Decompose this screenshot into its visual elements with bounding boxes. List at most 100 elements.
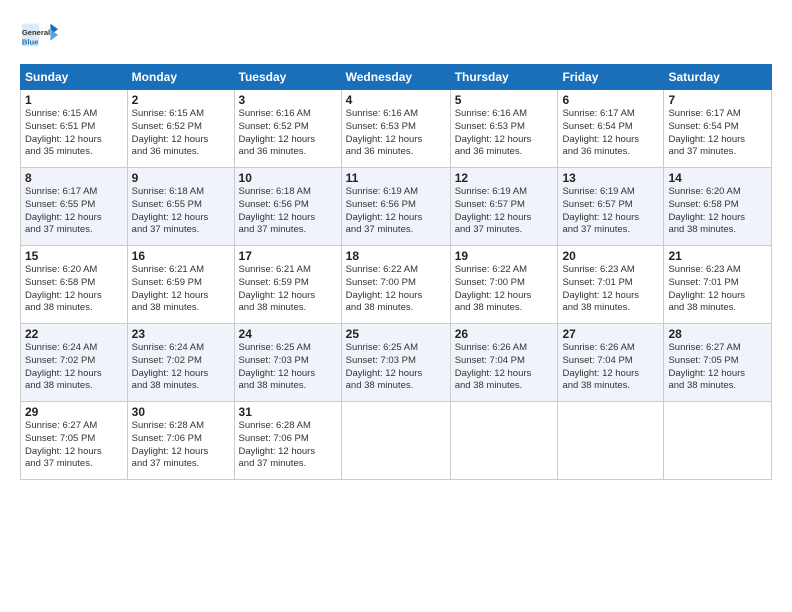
empty-cell [664, 402, 772, 480]
calendar-table: SundayMondayTuesdayWednesdayThursdayFrid… [20, 64, 772, 480]
weekday-header-sunday: Sunday [21, 65, 128, 90]
day-cell-18: 18Sunrise: 6:22 AM Sunset: 7:00 PM Dayli… [341, 246, 450, 324]
day-number: 18 [346, 249, 446, 263]
day-info: Sunrise: 6:27 AM Sunset: 7:05 PM Dayligh… [668, 342, 767, 393]
day-cell-10: 10Sunrise: 6:18 AM Sunset: 6:56 PM Dayli… [234, 168, 341, 246]
day-number: 31 [239, 405, 337, 419]
day-cell-7: 7Sunrise: 6:17 AM Sunset: 6:54 PM Daylig… [664, 90, 772, 168]
day-info: Sunrise: 6:15 AM Sunset: 6:51 PM Dayligh… [25, 108, 123, 159]
week-row-5: 29Sunrise: 6:27 AM Sunset: 7:05 PM Dayli… [21, 402, 772, 480]
day-info: Sunrise: 6:16 AM Sunset: 6:53 PM Dayligh… [346, 108, 446, 159]
day-cell-6: 6Sunrise: 6:17 AM Sunset: 6:54 PM Daylig… [558, 90, 664, 168]
day-cell-8: 8Sunrise: 6:17 AM Sunset: 6:55 PM Daylig… [21, 168, 128, 246]
day-info: Sunrise: 6:22 AM Sunset: 7:00 PM Dayligh… [455, 264, 554, 315]
day-info: Sunrise: 6:23 AM Sunset: 7:01 PM Dayligh… [562, 264, 659, 315]
day-number: 29 [25, 405, 123, 419]
day-number: 20 [562, 249, 659, 263]
day-number: 26 [455, 327, 554, 341]
day-cell-20: 20Sunrise: 6:23 AM Sunset: 7:01 PM Dayli… [558, 246, 664, 324]
day-number: 21 [668, 249, 767, 263]
day-cell-9: 9Sunrise: 6:18 AM Sunset: 6:55 PM Daylig… [127, 168, 234, 246]
day-cell-22: 22Sunrise: 6:24 AM Sunset: 7:02 PM Dayli… [21, 324, 128, 402]
day-cell-29: 29Sunrise: 6:27 AM Sunset: 7:05 PM Dayli… [21, 402, 128, 480]
empty-cell [558, 402, 664, 480]
day-number: 4 [346, 93, 446, 107]
day-cell-25: 25Sunrise: 6:25 AM Sunset: 7:03 PM Dayli… [341, 324, 450, 402]
day-number: 3 [239, 93, 337, 107]
day-number: 16 [132, 249, 230, 263]
day-info: Sunrise: 6:27 AM Sunset: 7:05 PM Dayligh… [25, 420, 123, 471]
day-number: 7 [668, 93, 767, 107]
day-cell-5: 5Sunrise: 6:16 AM Sunset: 6:53 PM Daylig… [450, 90, 558, 168]
empty-cell [341, 402, 450, 480]
day-info: Sunrise: 6:24 AM Sunset: 7:02 PM Dayligh… [132, 342, 230, 393]
day-cell-27: 27Sunrise: 6:26 AM Sunset: 7:04 PM Dayli… [558, 324, 664, 402]
day-cell-14: 14Sunrise: 6:20 AM Sunset: 6:58 PM Dayli… [664, 168, 772, 246]
weekday-header-monday: Monday [127, 65, 234, 90]
day-info: Sunrise: 6:26 AM Sunset: 7:04 PM Dayligh… [455, 342, 554, 393]
day-cell-21: 21Sunrise: 6:23 AM Sunset: 7:01 PM Dayli… [664, 246, 772, 324]
day-cell-3: 3Sunrise: 6:16 AM Sunset: 6:52 PM Daylig… [234, 90, 341, 168]
day-info: Sunrise: 6:22 AM Sunset: 7:00 PM Dayligh… [346, 264, 446, 315]
day-number: 14 [668, 171, 767, 185]
empty-cell [450, 402, 558, 480]
day-info: Sunrise: 6:24 AM Sunset: 7:02 PM Dayligh… [25, 342, 123, 393]
day-number: 25 [346, 327, 446, 341]
day-number: 15 [25, 249, 123, 263]
day-info: Sunrise: 6:25 AM Sunset: 7:03 PM Dayligh… [239, 342, 337, 393]
weekday-header-thursday: Thursday [450, 65, 558, 90]
day-cell-30: 30Sunrise: 6:28 AM Sunset: 7:06 PM Dayli… [127, 402, 234, 480]
day-number: 19 [455, 249, 554, 263]
weekday-header-saturday: Saturday [664, 65, 772, 90]
logo-icon: General Blue [20, 16, 58, 54]
day-cell-17: 17Sunrise: 6:21 AM Sunset: 6:59 PM Dayli… [234, 246, 341, 324]
week-row-2: 8Sunrise: 6:17 AM Sunset: 6:55 PM Daylig… [21, 168, 772, 246]
day-info: Sunrise: 6:21 AM Sunset: 6:59 PM Dayligh… [239, 264, 337, 315]
day-cell-31: 31Sunrise: 6:28 AM Sunset: 7:06 PM Dayli… [234, 402, 341, 480]
day-number: 9 [132, 171, 230, 185]
week-row-3: 15Sunrise: 6:20 AM Sunset: 6:58 PM Dayli… [21, 246, 772, 324]
day-number: 11 [346, 171, 446, 185]
day-info: Sunrise: 6:23 AM Sunset: 7:01 PM Dayligh… [668, 264, 767, 315]
day-info: Sunrise: 6:25 AM Sunset: 7:03 PM Dayligh… [346, 342, 446, 393]
day-number: 24 [239, 327, 337, 341]
day-cell-28: 28Sunrise: 6:27 AM Sunset: 7:05 PM Dayli… [664, 324, 772, 402]
day-number: 2 [132, 93, 230, 107]
week-row-4: 22Sunrise: 6:24 AM Sunset: 7:02 PM Dayli… [21, 324, 772, 402]
page: General Blue SundayMondayTuesdayWednesda… [0, 0, 792, 612]
day-number: 23 [132, 327, 230, 341]
day-info: Sunrise: 6:21 AM Sunset: 6:59 PM Dayligh… [132, 264, 230, 315]
day-number: 8 [25, 171, 123, 185]
weekday-header-friday: Friday [558, 65, 664, 90]
day-cell-12: 12Sunrise: 6:19 AM Sunset: 6:57 PM Dayli… [450, 168, 558, 246]
day-number: 28 [668, 327, 767, 341]
day-number: 6 [562, 93, 659, 107]
day-cell-26: 26Sunrise: 6:26 AM Sunset: 7:04 PM Dayli… [450, 324, 558, 402]
day-number: 1 [25, 93, 123, 107]
logo: General Blue [20, 16, 60, 54]
day-number: 10 [239, 171, 337, 185]
day-info: Sunrise: 6:19 AM Sunset: 6:57 PM Dayligh… [455, 186, 554, 237]
day-info: Sunrise: 6:19 AM Sunset: 6:56 PM Dayligh… [346, 186, 446, 237]
svg-text:Blue: Blue [22, 38, 38, 47]
day-number: 30 [132, 405, 230, 419]
day-cell-4: 4Sunrise: 6:16 AM Sunset: 6:53 PM Daylig… [341, 90, 450, 168]
day-info: Sunrise: 6:28 AM Sunset: 7:06 PM Dayligh… [132, 420, 230, 471]
weekday-header-row: SundayMondayTuesdayWednesdayThursdayFrid… [21, 65, 772, 90]
weekday-header-wednesday: Wednesday [341, 65, 450, 90]
day-number: 22 [25, 327, 123, 341]
day-cell-11: 11Sunrise: 6:19 AM Sunset: 6:56 PM Dayli… [341, 168, 450, 246]
week-row-1: 1Sunrise: 6:15 AM Sunset: 6:51 PM Daylig… [21, 90, 772, 168]
day-cell-1: 1Sunrise: 6:15 AM Sunset: 6:51 PM Daylig… [21, 90, 128, 168]
day-cell-2: 2Sunrise: 6:15 AM Sunset: 6:52 PM Daylig… [127, 90, 234, 168]
weekday-header-tuesday: Tuesday [234, 65, 341, 90]
svg-text:General: General [22, 28, 50, 37]
day-number: 12 [455, 171, 554, 185]
day-cell-24: 24Sunrise: 6:25 AM Sunset: 7:03 PM Dayli… [234, 324, 341, 402]
day-info: Sunrise: 6:16 AM Sunset: 6:53 PM Dayligh… [455, 108, 554, 159]
day-cell-13: 13Sunrise: 6:19 AM Sunset: 6:57 PM Dayli… [558, 168, 664, 246]
day-info: Sunrise: 6:16 AM Sunset: 6:52 PM Dayligh… [239, 108, 337, 159]
day-cell-16: 16Sunrise: 6:21 AM Sunset: 6:59 PM Dayli… [127, 246, 234, 324]
header: General Blue [20, 16, 772, 54]
day-number: 13 [562, 171, 659, 185]
